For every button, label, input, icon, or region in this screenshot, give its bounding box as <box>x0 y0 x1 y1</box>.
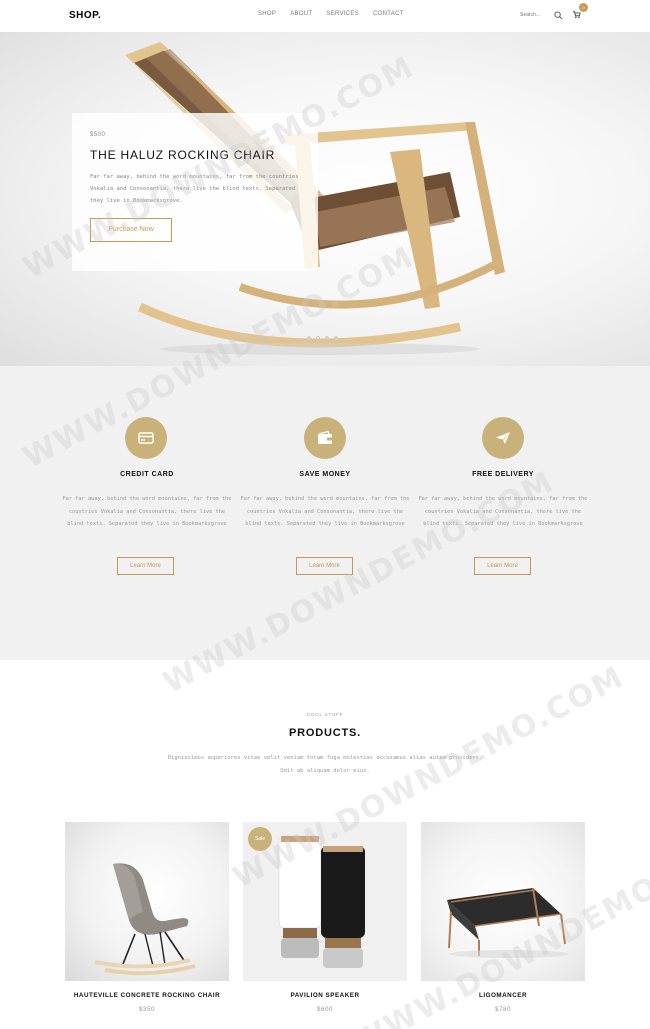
product-name[interactable]: LIGOMANCER <box>421 992 585 999</box>
product-price: $600 <box>316 1006 333 1013</box>
wallet-icon-circle <box>304 417 346 459</box>
cart-button[interactable]: 0 <box>572 3 588 23</box>
paper-plane-icon-circle <box>482 417 524 459</box>
search-box <box>520 10 563 20</box>
hero-title: THE HALUZ ROCKING CHAIR <box>90 148 276 162</box>
search-input[interactable] <box>520 10 550 20</box>
ligomancer-chair-image <box>447 887 569 958</box>
learn-more-button[interactable]: Learn More <box>296 557 353 575</box>
feature-description: Far far away, behind the word mountains,… <box>62 496 232 527</box>
product-card[interactable]: HAUTEVILLE CONCRETE ROCKING CHAIR $350 <box>65 822 229 1013</box>
site-logo[interactable]: SHOP. <box>69 10 101 21</box>
product-name[interactable]: PAVILION SPEAKER <box>243 992 407 999</box>
hero-description: Far far away, behind the word mountains,… <box>90 174 299 204</box>
feature-title: SAVE MONEY <box>299 471 351 478</box>
feature-description: Far far away, behind the word mountains,… <box>418 496 588 527</box>
nav-item-contact[interactable]: CONTACT <box>373 11 404 17</box>
hero-price: $500 <box>90 132 106 138</box>
product-image[interactable] <box>421 822 585 981</box>
nav-item-services[interactable]: SERVICES <box>326 11 359 17</box>
learn-more-button[interactable]: Learn More <box>117 557 174 575</box>
concrete-rocking-chair-image <box>94 863 196 976</box>
purchase-now-button[interactable]: Purchase Now <box>90 218 172 242</box>
cart-count-badge: 0 <box>579 3 588 12</box>
slider-dot[interactable] <box>307 336 311 340</box>
slider-dot[interactable] <box>325 336 329 340</box>
cart-icon <box>573 11 581 19</box>
slider-dots <box>307 336 338 340</box>
top-navbar: SHOP. SHOP ABOUT SERVICES CONTACT 0 <box>0 0 650 32</box>
section-description: Dignissimos asperiores vitae velit venia… <box>167 755 483 774</box>
feature-description: Far far away, behind the word mountains,… <box>240 496 410 527</box>
product-card[interactable]: Sale PAVILION SPEAKER $600 <box>243 822 407 1013</box>
slider-dot[interactable] <box>334 336 338 340</box>
learn-more-button[interactable]: Learn More <box>474 557 531 575</box>
features-section: CREDIT CARD Far far away, behind the wor… <box>0 366 650 660</box>
product-image[interactable]: Sale <box>243 822 407 981</box>
nav-item-shop[interactable]: SHOP <box>258 11 276 17</box>
credit-card-icon <box>138 432 154 444</box>
section-title: PRODUCTS. <box>289 727 361 739</box>
search-icon[interactable] <box>554 10 563 20</box>
sale-badge: Sale <box>248 827 272 851</box>
paper-plane-icon <box>496 432 510 444</box>
hero-caption-card: $500 THE HALUZ ROCKING CHAIR Far far awa… <box>72 113 318 271</box>
section-subtitle: COOL STUFF <box>306 712 344 717</box>
credit-card-icon-circle <box>125 417 167 459</box>
product-price: $780 <box>494 1006 511 1013</box>
wallet-icon <box>318 430 332 444</box>
feature-title: FREE DELIVERY <box>472 471 534 478</box>
product-name[interactable]: HAUTEVILLE CONCRETE ROCKING CHAIR <box>65 992 229 999</box>
main-menu: SHOP ABOUT SERVICES CONTACT <box>258 11 418 17</box>
product-price: $350 <box>138 1006 155 1013</box>
feature-title: CREDIT CARD <box>120 471 174 478</box>
product-image[interactable] <box>65 822 229 981</box>
hero-slider: $500 THE HALUZ ROCKING CHAIR Far far awa… <box>0 32 650 366</box>
nav-item-about[interactable]: ABOUT <box>290 11 312 17</box>
slider-dot-active[interactable] <box>316 336 320 340</box>
product-card[interactable]: LIGOMANCER $780 <box>421 822 585 1013</box>
